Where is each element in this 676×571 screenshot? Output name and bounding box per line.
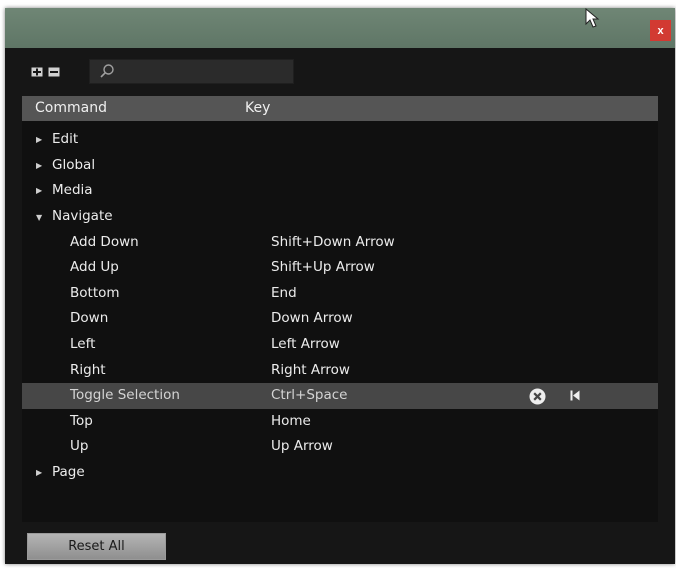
search-field[interactable] xyxy=(89,59,294,84)
shortcut-table: Command Key ▶ Edit ▶ Global ▶ Media ▼ Na… xyxy=(22,96,658,522)
close-button[interactable]: x xyxy=(650,20,671,41)
column-header-key[interactable]: Key xyxy=(245,100,270,116)
key-binding[interactable]: Home xyxy=(271,413,311,429)
column-header-command[interactable]: Command xyxy=(35,100,107,116)
group-label: Global xyxy=(52,157,96,173)
group-row-page[interactable]: ▶ Page xyxy=(22,460,658,486)
expand-arrow-icon[interactable]: ▶ xyxy=(36,135,42,144)
mouse-cursor-icon xyxy=(585,8,600,28)
table-header: Command Key xyxy=(22,96,658,121)
group-label: Page xyxy=(52,464,85,480)
command-name: Add Down xyxy=(70,234,139,250)
command-name: Down xyxy=(70,310,109,326)
group-label: Navigate xyxy=(52,208,113,224)
search-icon xyxy=(100,64,114,78)
group-row-media[interactable]: ▶ Media xyxy=(22,178,658,204)
clear-icon[interactable] xyxy=(529,388,546,405)
command-name: Left xyxy=(70,336,96,352)
shortcut-row[interactable]: Up Up Arrow xyxy=(22,434,658,460)
group-row-navigate[interactable]: ▼ Navigate xyxy=(22,204,658,230)
expand-arrow-icon[interactable]: ▶ xyxy=(36,186,42,195)
key-binding[interactable]: End xyxy=(271,285,297,301)
command-name: Toggle Selection xyxy=(70,387,180,403)
group-label: Media xyxy=(52,182,93,198)
expand-arrow-icon[interactable]: ▶ xyxy=(36,468,42,477)
title-bar[interactable]: x xyxy=(5,8,675,48)
group-row-global[interactable]: ▶ Global xyxy=(22,153,658,179)
shortcut-row[interactable]: Top Home xyxy=(22,409,658,435)
shortcut-row[interactable]: Add Down Shift+Down Arrow xyxy=(22,230,658,256)
command-name: Top xyxy=(70,413,93,429)
group-label: Edit xyxy=(52,131,79,147)
command-name: Right xyxy=(70,362,106,378)
key-binding[interactable]: Shift+Up Arrow xyxy=(271,259,375,275)
close-label: x xyxy=(657,24,664,37)
shortcut-row[interactable]: Right Right Arrow xyxy=(22,358,658,384)
key-binding[interactable]: Up Arrow xyxy=(271,438,333,454)
command-name: Up xyxy=(70,438,89,454)
collapse-all-icon[interactable] xyxy=(48,67,60,77)
reset-default-icon[interactable] xyxy=(570,390,580,401)
shortcut-row-selected[interactable]: Toggle Selection Ctrl+Space xyxy=(22,383,658,409)
group-row-edit[interactable]: ▶ Edit xyxy=(22,127,658,153)
shortcut-row[interactable]: Down Down Arrow xyxy=(22,306,658,332)
expand-all-icon[interactable] xyxy=(31,67,43,77)
command-name: Bottom xyxy=(70,285,120,301)
shortcut-row[interactable]: Add Up Shift+Up Arrow xyxy=(22,255,658,281)
command-name: Add Up xyxy=(70,259,119,275)
collapse-arrow-icon[interactable]: ▼ xyxy=(36,213,42,222)
shortcut-row[interactable]: Bottom End xyxy=(22,281,658,307)
reset-all-label: Reset All xyxy=(68,539,125,554)
keyboard-shortcuts-dialog: x Command Key ▶ Edit ▶ Global ▶ Media ▼ … xyxy=(5,8,675,564)
shortcut-row[interactable]: Left Left Arrow xyxy=(22,332,658,358)
reset-all-button[interactable]: Reset All xyxy=(27,533,166,560)
key-binding[interactable]: Ctrl+Space xyxy=(271,387,347,403)
expand-arrow-icon[interactable]: ▶ xyxy=(36,161,42,170)
key-binding[interactable]: Right Arrow xyxy=(271,362,350,378)
key-binding[interactable]: Left Arrow xyxy=(271,336,340,352)
key-binding[interactable]: Down Arrow xyxy=(271,310,353,326)
key-binding[interactable]: Shift+Down Arrow xyxy=(271,234,395,250)
